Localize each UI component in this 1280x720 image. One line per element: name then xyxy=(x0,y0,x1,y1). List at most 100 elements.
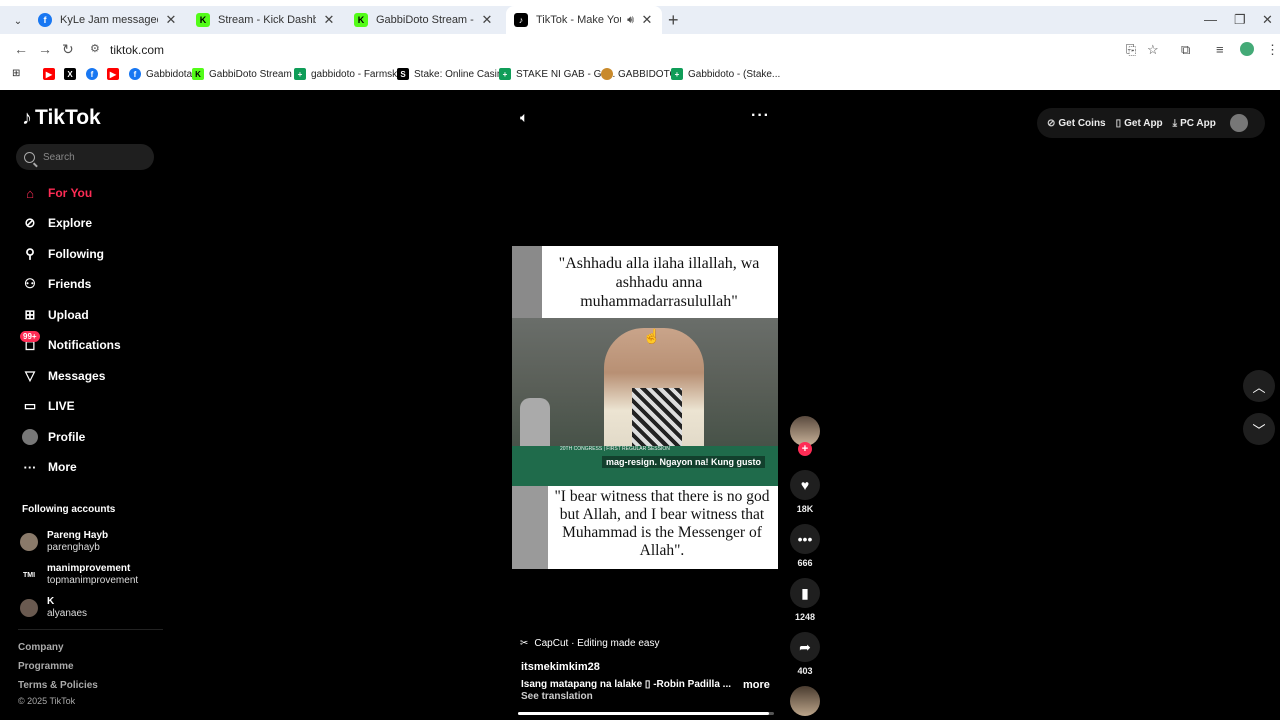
see-translation-link[interactable]: See translation xyxy=(521,691,593,702)
avatar-icon xyxy=(22,429,38,445)
bookmark-gabbidota[interactable]: f Gabbidota xyxy=(129,68,192,80)
close-tab-icon[interactable]: ✕ xyxy=(480,12,494,28)
media-control-icon[interactable]: ≡ xyxy=(1216,42,1224,57)
bookmark-kick-stream[interactable]: K GabbiDoto Stream -... xyxy=(192,68,306,80)
youtube-icon: ▶ xyxy=(43,68,55,80)
search-box[interactable] xyxy=(16,144,154,170)
music-disc-avatar[interactable] xyxy=(790,686,820,716)
sidebar-item-friends[interactable]: ⚇ Friends xyxy=(22,273,162,295)
get-coins-button[interactable]: ⊘ Get Coins xyxy=(1047,118,1106,129)
bookmark-stake[interactable]: S Stake: Online Casin... xyxy=(397,68,511,80)
tiktok-note-icon: ♪ xyxy=(22,106,32,129)
video-frame-strip xyxy=(512,486,548,569)
bookmark-facebook[interactable]: f xyxy=(86,68,103,80)
tab-tiktok[interactable]: ♪ TikTok - Make Your Day 🔊︎ ✕ xyxy=(506,6,662,34)
sidebar-item-for-you[interactable]: ⌂ For You xyxy=(22,182,162,204)
tiktok-icon: ♪ xyxy=(514,13,528,27)
next-video-button[interactable]: ﹀ xyxy=(1243,413,1275,445)
sidebar-item-upload[interactable]: ⊞ Upload xyxy=(22,304,162,326)
like-action[interactable]: ♥ 18K xyxy=(790,470,820,514)
search-input[interactable] xyxy=(43,151,143,163)
volume-icon[interactable]: 🔈︎ xyxy=(520,109,528,126)
coin-icon: ⊘ xyxy=(1047,117,1056,129)
footer-terms[interactable]: Terms & Policies xyxy=(18,680,98,691)
bookmark-stake-ni-gab[interactable]: + STAKE NI GAB - Go... xyxy=(499,68,615,80)
get-app-button[interactable]: ▯ Get App xyxy=(1116,118,1163,129)
sidebar-item-live[interactable]: ▭ LIVE xyxy=(22,395,162,417)
follow-plus-icon[interactable]: + xyxy=(798,442,812,456)
tab-strip: ⌄ f KyLe Jam messaged KKYS ✕ K Stream - … xyxy=(0,6,1280,34)
footer-company[interactable]: Company xyxy=(18,642,64,653)
sidebar-item-more[interactable]: ··· More xyxy=(22,456,162,478)
minimize-icon[interactable]: — xyxy=(1204,12,1217,27)
bookmark-star-icon[interactable]: ☆ xyxy=(1147,42,1159,58)
close-tab-icon[interactable]: ✕ xyxy=(322,12,336,28)
forward-icon[interactable]: → xyxy=(38,41,52,57)
share-icon[interactable]: ➦ xyxy=(790,632,820,662)
more-button[interactable]: more xyxy=(743,679,770,691)
bookmark-youtube-2[interactable]: ▶ xyxy=(107,68,124,80)
comment-action[interactable]: ••• 666 xyxy=(790,524,820,568)
video-author[interactable]: itsmekimkim28 xyxy=(521,661,600,673)
heart-icon[interactable]: ♥ xyxy=(790,470,820,500)
new-tab-icon[interactable]: + xyxy=(668,10,679,31)
sidebar-item-explore[interactable]: ⊘ Explore xyxy=(22,212,162,234)
back-icon[interactable]: ← xyxy=(14,41,28,57)
footer-programme[interactable]: Programme xyxy=(18,661,74,672)
reload-icon[interactable]: ↻ xyxy=(62,41,74,58)
bookmark-youtube[interactable]: ▶ xyxy=(43,68,60,80)
capcut-tag[interactable]: ✂ CapCut · Editing made easy xyxy=(520,638,659,649)
tab-kick-dashboard[interactable]: K Stream - Kick Dashboard ✕ xyxy=(188,6,344,34)
tab-kick-stream[interactable]: K GabbiDoto Stream - Watch Live ✕ xyxy=(346,6,502,34)
more-options-icon[interactable]: ··· xyxy=(751,107,770,125)
compass-icon: ⊘ xyxy=(24,215,36,230)
tab-search-icon[interactable]: ⌄ xyxy=(10,14,26,30)
following-account-k[interactable]: K alyanaes xyxy=(20,596,87,620)
search-icon xyxy=(24,151,35,163)
facebook-icon: f xyxy=(86,68,98,80)
menu-icon[interactable]: ⋮ xyxy=(1266,42,1279,58)
sidebar-item-notifications[interactable]: ◻ 99+ Notifications xyxy=(20,331,162,356)
upload-icon: ⊞ xyxy=(24,307,36,322)
lower-third-text: mag-resign. Ngayon na! Kung gusto xyxy=(602,456,766,468)
tab-facebook[interactable]: f KyLe Jam messaged KKYS ✕ xyxy=(30,6,186,34)
user-follow-icon: ⚲ xyxy=(25,246,35,261)
caption-text: "I bear witness that there is no god but… xyxy=(554,488,770,559)
save-action[interactable]: ▮ 1248 xyxy=(790,578,820,622)
restore-icon[interactable]: ❐ xyxy=(1234,12,1246,28)
sidebar-item-profile[interactable]: Profile xyxy=(22,426,162,448)
video-progress-bar[interactable] xyxy=(518,712,774,715)
extensions-icon[interactable]: ⧉ xyxy=(1181,42,1190,58)
sidebar-item-messages[interactable]: ▽ Messages xyxy=(22,365,162,387)
bookmark-icon[interactable]: ▮ xyxy=(790,578,820,608)
avatar: TMI xyxy=(20,566,38,584)
sidebar-item-following[interactable]: ⚲ Following xyxy=(22,243,162,265)
bookmark-gabbidoto-stake[interactable]: + Gabbidoto - (Stake... xyxy=(671,68,780,80)
close-window-icon[interactable]: ✕ xyxy=(1262,12,1273,28)
bookmark-gabbidoto[interactable]: GABBIDOTO xyxy=(601,68,677,80)
url-field[interactable]: tiktok.com xyxy=(110,43,164,57)
speaker-icon[interactable]: 🔊︎ xyxy=(627,14,634,27)
tiktok-logo[interactable]: ♪ TikTok xyxy=(22,106,101,130)
close-tab-icon[interactable]: ✕ xyxy=(640,12,654,28)
install-app-icon[interactable]: ⎘ xyxy=(1126,42,1136,58)
video-player[interactable]: "Ashhadu alla ilaha illallah, wa ashhadu… xyxy=(512,246,778,569)
kick-icon: K xyxy=(192,68,204,80)
pc-app-button[interactable]: ⤓ PC App xyxy=(1173,118,1216,129)
following-account-manimprovement[interactable]: TMI manimprovement topmanimprovement xyxy=(20,563,138,587)
download-icon: ⤓ xyxy=(1172,117,1178,129)
bookmark-farmski[interactable]: + gabbidoto - Farmski... xyxy=(294,68,408,80)
previous-video-button[interactable]: ︿ xyxy=(1243,370,1275,402)
site-info-icon[interactable]: ⚙ xyxy=(90,42,100,55)
user-avatar[interactable] xyxy=(1229,114,1248,132)
apps-grid-icon[interactable]: ⊞ xyxy=(12,68,20,79)
share-action[interactable]: ➦ 403 xyxy=(790,632,820,676)
following-account-pareng-hayb[interactable]: Pareng Hayb parenghayb xyxy=(20,530,108,554)
avatar-icon xyxy=(601,68,613,80)
comment-count: 666 xyxy=(797,558,813,568)
comment-icon[interactable]: ••• xyxy=(790,524,820,554)
bookmark-x[interactable]: X xyxy=(64,68,81,80)
profile-avatar[interactable] xyxy=(1240,42,1254,56)
close-tab-icon[interactable]: ✕ xyxy=(164,12,178,28)
sheets-icon: + xyxy=(499,68,511,80)
